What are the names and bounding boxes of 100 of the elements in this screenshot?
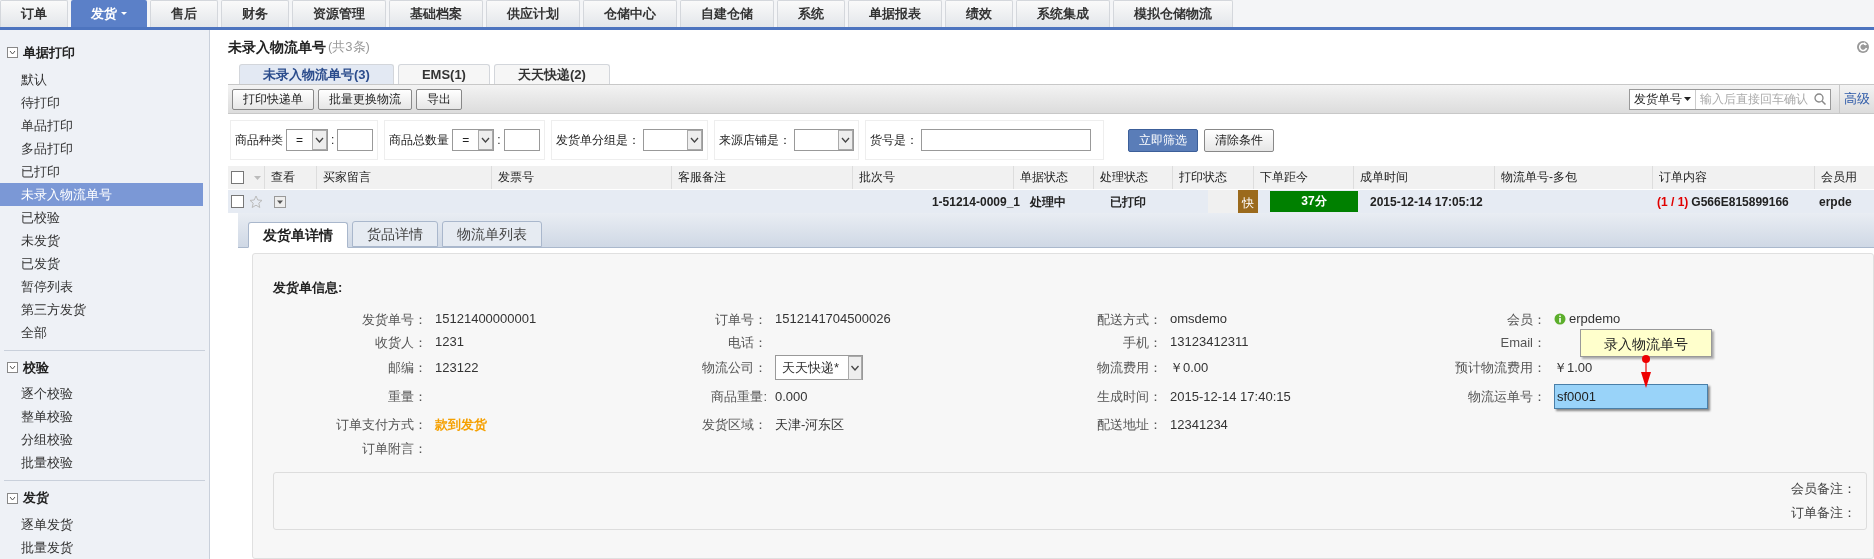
- field-value: 12341234: [1170, 415, 1228, 434]
- sidebar-item[interactable]: 整单校验: [0, 405, 209, 429]
- toolbar-button[interactable]: 批量更换物流: [318, 88, 412, 110]
- nav-tab[interactable]: 系统集成: [1016, 0, 1110, 27]
- status-text: 已打印: [1109, 193, 1147, 211]
- sidebar-item[interactable]: 逐单发货: [0, 513, 209, 536]
- field-label: 订单附言：: [362, 440, 427, 456]
- column-header[interactable]: 发票号: [491, 166, 671, 189]
- field-label: 物流公司：: [702, 359, 767, 375]
- nav-tab[interactable]: 订单: [0, 0, 68, 27]
- select-field[interactable]: =: [452, 129, 495, 151]
- nav-tab[interactable]: 自建仓储: [680, 0, 774, 27]
- field-label: 发货区域：: [702, 416, 767, 432]
- column-header[interactable]: 订单内容: [1652, 166, 1814, 189]
- nav-tab[interactable]: 发货: [71, 0, 147, 27]
- column-header[interactable]: 物流单号-多包: [1494, 166, 1652, 189]
- sidebar-item[interactable]: 多品打印: [0, 136, 209, 160]
- sidebar-item[interactable]: 待打印: [0, 90, 209, 114]
- elapsed-time-bar: 37分: [1270, 191, 1358, 212]
- nav-tab[interactable]: 仓储中心: [583, 0, 677, 27]
- sidebar-item[interactable]: 已打印: [0, 159, 209, 183]
- field-label: 电话：: [728, 334, 767, 350]
- batch-number: 1-51214-0009_1: [930, 193, 1021, 211]
- order-code: G566E815899166: [1691, 193, 1789, 211]
- express-badge: 快: [1238, 190, 1258, 213]
- tracking-number-field[interactable]: sf0001: [1554, 384, 1708, 409]
- sidebar-item[interactable]: 默认: [0, 67, 209, 91]
- field-label: 物流运单号：: [1468, 388, 1546, 404]
- section-heading: 发货单信息:: [273, 279, 344, 297]
- nav-tab[interactable]: 单据报表: [848, 0, 942, 27]
- advanced-link[interactable]: 高级: [1844, 89, 1870, 109]
- sidebar-item[interactable]: 已校验: [0, 205, 209, 229]
- nav-tab[interactable]: 基础档案: [389, 0, 483, 27]
- section-title[interactable]: 发货: [23, 488, 49, 508]
- detail-tab[interactable]: 货品详情: [352, 221, 438, 247]
- search-field[interactable]: 发货单号 输入后直接回车确认: [1629, 88, 1831, 110]
- field-label: 邮编：: [388, 359, 427, 375]
- detail-tab[interactable]: 物流单列表: [442, 221, 542, 247]
- field-label: 配送方式：: [1097, 311, 1162, 327]
- filter-label: 发货单分组是：: [555, 132, 640, 149]
- detail-tab[interactable]: 发货单详情: [248, 222, 348, 248]
- nav-tab[interactable]: 供应计划: [486, 0, 580, 27]
- column-header[interactable]: 单据状态: [1013, 166, 1093, 189]
- nav-tab[interactable]: 资源管理: [292, 0, 386, 27]
- toolbar-button[interactable]: 打印快递单: [232, 88, 314, 110]
- nav-tab[interactable]: 售后: [150, 0, 218, 27]
- status-tab[interactable]: 天天快递(2): [493, 64, 610, 84]
- toolbar-button[interactable]: 导出: [416, 88, 462, 110]
- sidebar-item[interactable]: 逐个校验: [0, 382, 209, 406]
- filter-label: 货号是：: [869, 132, 918, 149]
- column-header[interactable]: 打印状态: [1172, 166, 1253, 189]
- column-header[interactable]: 买家留言: [316, 166, 491, 189]
- nav-tab[interactable]: 模拟仓储物流: [1113, 0, 1233, 27]
- sidebar-item[interactable]: 已发货: [0, 251, 209, 275]
- sidebar-item[interactable]: 批量发货: [0, 536, 209, 559]
- member-name: erpde: [1818, 193, 1853, 211]
- sidebar-item[interactable]: 第三方发货: [0, 297, 209, 321]
- note-label: 会员备注：: [1791, 480, 1856, 498]
- tooltip: 录入物流单号: [1580, 329, 1712, 357]
- section-title[interactable]: 校验: [23, 357, 49, 378]
- page-title: 未录入物流单号: [228, 37, 326, 57]
- column-header[interactable]: 查看: [264, 166, 316, 189]
- nav-tab[interactable]: 系统: [777, 0, 845, 27]
- section-title[interactable]: 单据打印: [23, 43, 75, 63]
- field-label: 收货人：: [375, 334, 427, 350]
- field-label: 订单支付方式：: [336, 416, 427, 432]
- column-header[interactable]: 客服备注: [671, 166, 852, 189]
- search-type-dropdown[interactable]: 发货单号: [1634, 90, 1682, 108]
- field-value: ￥1.00: [1554, 358, 1593, 377]
- column-header[interactable]: 下单距今: [1253, 166, 1353, 189]
- field-label: Email：: [1500, 334, 1546, 350]
- field-label: 订单号：: [715, 311, 767, 327]
- field-value: ￥0.00: [1170, 358, 1209, 377]
- sidebar-item[interactable]: 分组校验: [0, 428, 209, 452]
- nav-tab[interactable]: 绩效: [945, 0, 1013, 27]
- filter-label: 商品种类: [235, 132, 283, 149]
- filter-button[interactable]: 立即筛选: [1127, 128, 1198, 152]
- column-header[interactable]: 处理状态: [1093, 166, 1172, 189]
- status-tab[interactable]: 未录入物流单号(3): [239, 64, 394, 84]
- clear-button[interactable]: 清除条件: [1203, 128, 1274, 152]
- sidebar-item[interactable]: 暂停列表: [0, 274, 209, 298]
- record-count: (共3条): [328, 38, 370, 57]
- sidebar-item[interactable]: 全部: [0, 320, 209, 344]
- field-label: 商品重量:: [711, 388, 767, 404]
- sidebar-item[interactable]: 单品打印: [0, 113, 209, 137]
- column-header[interactable]: 批次号: [852, 166, 1013, 189]
- carrier-select[interactable]: 天天快递*: [775, 355, 863, 380]
- sidebar-item[interactable]: 未发货: [0, 228, 209, 252]
- select-field[interactable]: =: [286, 129, 328, 151]
- filter-label: 来源店铺是：: [718, 132, 791, 149]
- order-time: 2015-12-14 17:05:12: [1369, 193, 1484, 211]
- member-name[interactable]: erpdemo: [1569, 309, 1621, 329]
- sidebar-item[interactable]: 批量校验: [0, 451, 209, 475]
- status-tab[interactable]: EMS(1): [397, 64, 490, 84]
- field-label: 配送地址：: [1097, 416, 1162, 432]
- column-header[interactable]: 会员用: [1814, 166, 1874, 189]
- note-label: 订单备注：: [1791, 503, 1856, 522]
- field-label: 发货单号：: [362, 311, 427, 327]
- nav-tab[interactable]: 财务: [221, 0, 289, 27]
- column-header[interactable]: 成单时间: [1353, 166, 1494, 189]
